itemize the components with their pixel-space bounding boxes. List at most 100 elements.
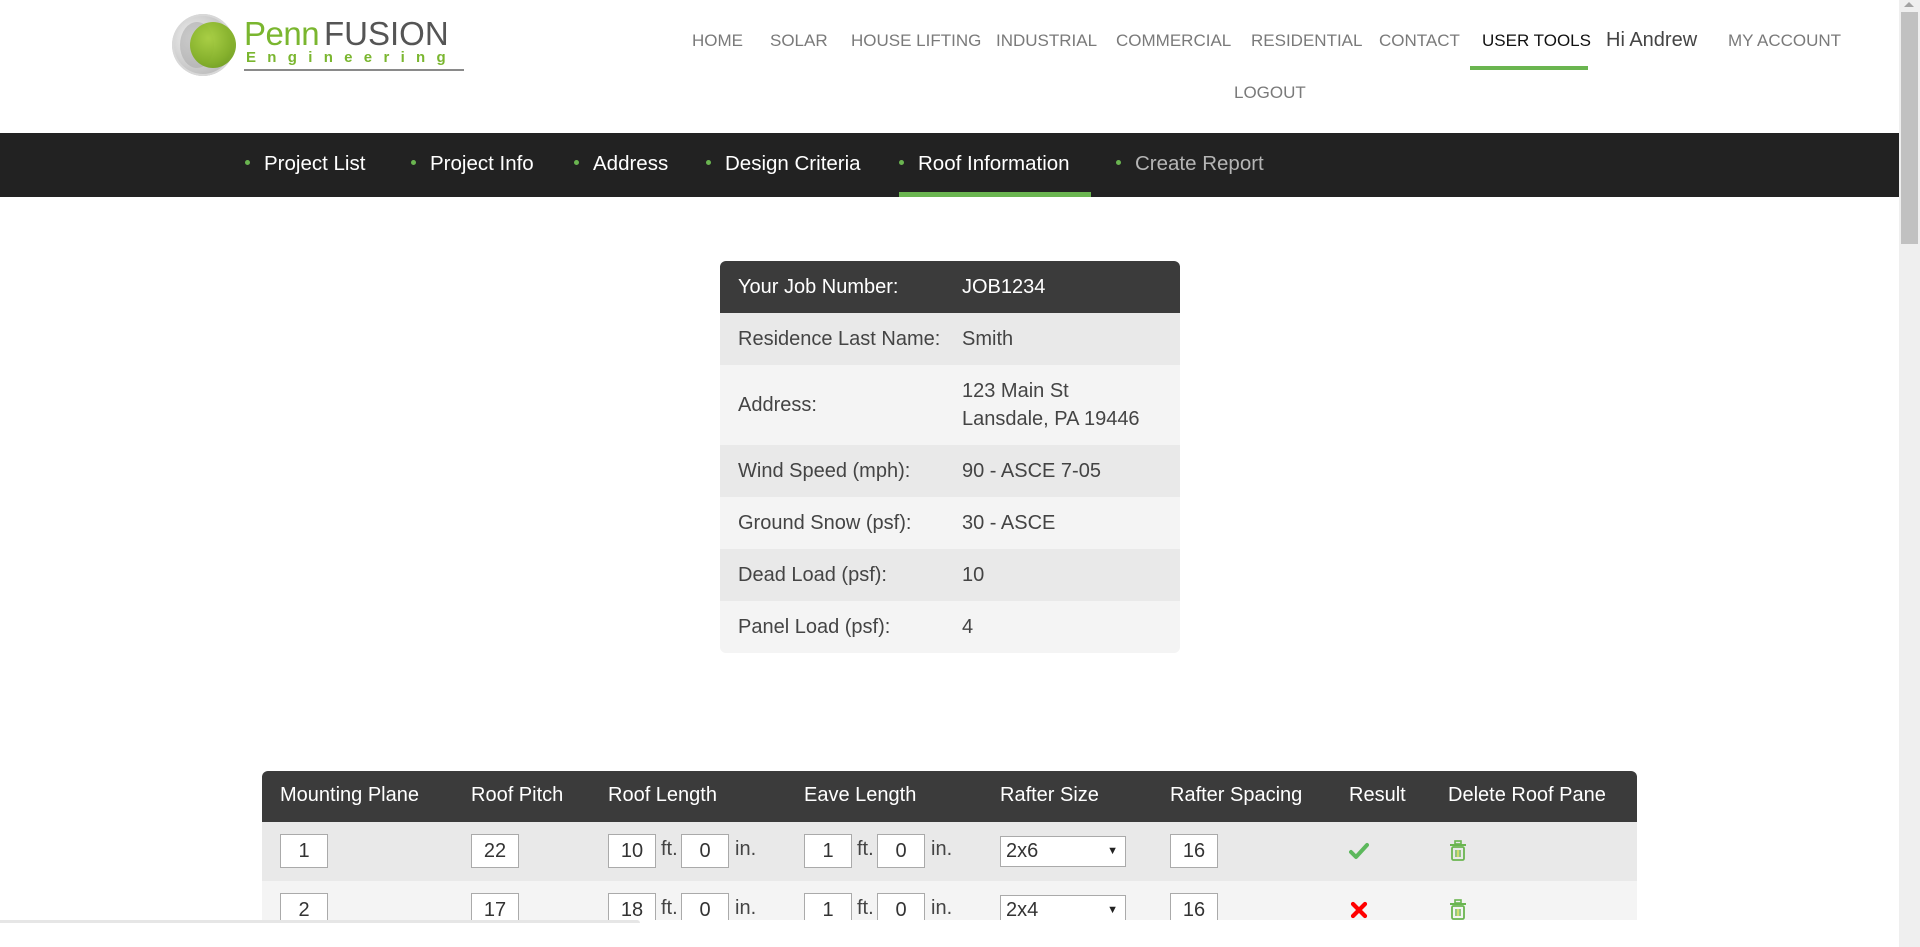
roof-length-in-input[interactable] <box>681 834 729 868</box>
workflow-nav: Project List Project Info Address Design… <box>0 133 1899 197</box>
job-number-row: Your Job Number: JOB1234 <box>720 261 1180 313</box>
rafter-size-select[interactable]: 2x6 ▼ <box>1000 836 1126 867</box>
info-row-wind-speed: Wind Speed (mph): 90 - ASCE 7-05 <box>720 445 1180 497</box>
job-info-table: Your Job Number: JOB1234 Residence Last … <box>720 261 1180 653</box>
address-line-1: 123 Main St <box>962 380 1069 402</box>
step-label: Roof Information <box>918 152 1070 175</box>
info-label: Ground Snow (psf): <box>738 511 912 534</box>
col-mounting-plane: Mounting Plane <box>280 784 419 806</box>
trash-icon[interactable] <box>1448 840 1468 862</box>
scroll-up-arrow-icon[interactable] <box>1904 2 1914 7</box>
rafter-size-value: 2x4 <box>1006 899 1039 921</box>
unit-ft: ft. <box>661 897 678 919</box>
vertical-scrollbar[interactable] <box>1899 0 1920 947</box>
mounting-plane-input[interactable] <box>280 834 328 868</box>
unit-in: in. <box>735 897 757 919</box>
info-value: 4 <box>962 616 974 638</box>
unit-in: in. <box>931 838 953 860</box>
logo-underline <box>244 69 464 71</box>
step-label: Address <box>593 152 669 175</box>
roof-row: ft. in. ft. in. 2x6 ▼ <box>262 822 1637 881</box>
nav-solar[interactable]: SOLAR <box>770 28 828 54</box>
info-label: Address: <box>738 393 817 416</box>
logo-text-fusion: FUSION <box>324 15 449 52</box>
nav-logout[interactable]: LOGOUT <box>1234 80 1306 106</box>
nav-active-indicator <box>1470 66 1588 70</box>
nav-house-lifting[interactable]: HOUSE LIFTING <box>851 28 981 54</box>
trash-icon[interactable] <box>1448 899 1468 921</box>
unit-ft: ft. <box>857 838 874 860</box>
bullet-icon <box>574 160 579 166</box>
rafter-spacing-input[interactable] <box>1170 834 1218 868</box>
unit-ft: ft. <box>857 897 874 919</box>
bullet-icon <box>899 160 904 166</box>
info-row-address: Address: 123 Main St Lansdale, PA 19446 <box>720 365 1180 445</box>
user-greeting: Hi Andrew <box>1606 29 1698 51</box>
bullet-icon <box>411 160 416 166</box>
info-label: Panel Load (psf): <box>738 615 891 638</box>
info-label: Residence Last Name: <box>738 327 941 350</box>
col-roof-length: Roof Length <box>608 784 717 806</box>
roof-pitch-input[interactable] <box>471 834 519 868</box>
info-row-last-name: Residence Last Name: Smith <box>720 313 1180 365</box>
logo-tagline: Engineering <box>246 49 457 66</box>
step-active-indicator <box>899 192 1091 197</box>
info-row-ground-snow: Ground Snow (psf): 30 - ASCE <box>720 497 1180 549</box>
step-label: Project Info <box>430 152 534 175</box>
step-create-report[interactable]: Create Report <box>1116 151 1264 177</box>
eave-length-ft-input[interactable] <box>804 834 852 868</box>
rafter-size-value: 2x6 <box>1006 840 1039 862</box>
info-value: Smith <box>962 328 1014 350</box>
logo-text-penn: Penn <box>244 15 320 52</box>
info-value-address: 123 Main St Lansdale, PA 19446 <box>962 377 1180 433</box>
address-line-2: Lansdale, PA 19446 <box>962 408 1140 430</box>
scrollbar-thumb[interactable] <box>1901 12 1918 244</box>
job-number-value: JOB1234 <box>962 276 1046 298</box>
info-label: Wind Speed (mph): <box>738 459 911 482</box>
step-project-info[interactable]: Project Info <box>411 151 534 177</box>
step-design-criteria[interactable]: Design Criteria <box>706 151 861 177</box>
nav-home[interactable]: HOME <box>692 28 743 54</box>
step-label: Project List <box>264 152 366 175</box>
col-rafter-spacing: Rafter Spacing <box>1170 784 1303 806</box>
info-value: 10 <box>962 564 985 586</box>
nav-my-account[interactable]: MY ACCOUNT <box>1728 28 1841 54</box>
step-label: Create Report <box>1135 152 1264 175</box>
col-rafter-size: Rafter Size <box>1000 784 1099 806</box>
browser-status-bar <box>0 920 1899 947</box>
roof-table-header: Mounting Plane Roof Pitch Roof Length Ea… <box>262 771 1637 822</box>
step-address[interactable]: Address <box>574 151 668 177</box>
status-bar-edge <box>0 920 640 923</box>
nav-contact[interactable]: CONTACT <box>1379 28 1460 54</box>
info-label: Dead Load (psf): <box>738 563 887 586</box>
col-eave-length: Eave Length <box>804 784 917 806</box>
info-value: 30 - ASCE <box>962 512 1056 534</box>
unit-ft: ft. <box>661 838 678 860</box>
bullet-icon <box>245 160 250 166</box>
info-value: 90 - ASCE 7-05 <box>962 460 1101 482</box>
info-row-dead-load: Dead Load (psf): 10 <box>720 549 1180 601</box>
step-label: Design Criteria <box>725 152 861 175</box>
bullet-icon <box>1116 160 1121 166</box>
bullet-icon <box>706 160 711 166</box>
step-roof-information[interactable]: Roof Information <box>899 151 1070 177</box>
x-icon <box>1350 901 1368 919</box>
col-result: Result <box>1349 784 1406 806</box>
roof-length-ft-input[interactable] <box>608 834 656 868</box>
eave-length-in-input[interactable] <box>877 834 925 868</box>
unit-in: in. <box>735 838 757 860</box>
brand-logo[interactable]: Penn FUSION Engineering <box>172 12 464 76</box>
roof-planes-table: Mounting Plane Roof Pitch Roof Length Ea… <box>262 771 1637 940</box>
nav-industrial[interactable]: INDUSTRIAL <box>996 28 1097 54</box>
col-delete: Delete Roof Pane <box>1448 784 1606 806</box>
col-roof-pitch: Roof Pitch <box>471 784 564 806</box>
nav-commercial[interactable]: COMMERCIAL <box>1116 28 1231 54</box>
step-project-list[interactable]: Project List <box>245 151 365 177</box>
info-row-panel-load: Panel Load (psf): 4 <box>720 601 1180 653</box>
check-icon <box>1349 843 1369 859</box>
nav-user-tools[interactable]: USER TOOLS <box>1482 28 1591 54</box>
nav-residential[interactable]: RESIDENTIAL <box>1251 28 1362 54</box>
logo-mark-green <box>190 22 236 68</box>
dropdown-arrow-icon: ▼ <box>1107 845 1118 857</box>
job-number-label: Your Job Number: <box>738 275 899 298</box>
